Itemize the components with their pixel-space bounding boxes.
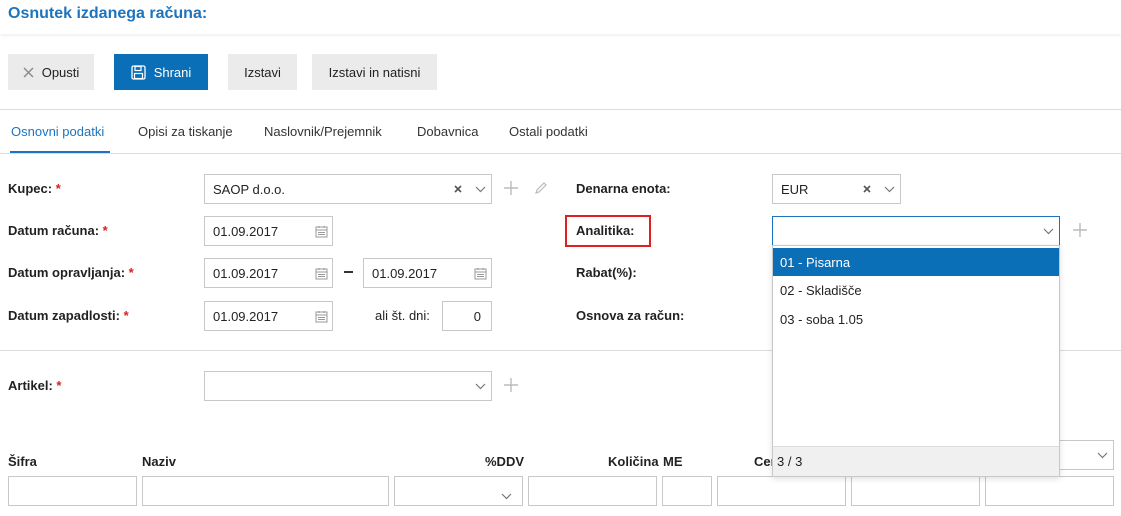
chevron-down-icon[interactable] — [1037, 228, 1059, 235]
close-icon — [23, 67, 34, 78]
me-input[interactable] — [662, 476, 712, 506]
denarna-enota-value: EUR — [781, 181, 809, 197]
issue-and-print-button-label: Izstavi in natisni — [328, 64, 421, 80]
save-button[interactable]: Shrani — [114, 54, 208, 90]
edit-kupec-icon[interactable] — [533, 180, 549, 196]
rabat-label: Rabat(%): — [576, 265, 637, 280]
osnova-label: Osnova za račun: — [576, 308, 685, 323]
save-button-label: Shrani — [153, 64, 192, 80]
tab-opisi-za-tiskanje[interactable]: Opisi za tiskanje — [138, 124, 233, 139]
datum-opravljanja-to-value: 01.09.2017 — [372, 265, 438, 281]
denarna-enota-select[interactable]: EUR — [772, 174, 901, 204]
col-header-kolicina: Količina — [608, 454, 659, 469]
add-analitika-icon[interactable] — [1072, 222, 1088, 238]
analitika-option[interactable]: 01 - Pisarna — [773, 248, 1059, 276]
kupec-value: SAOP d.o.o. — [213, 181, 286, 197]
date-range-dash — [344, 271, 353, 273]
divider — [0, 109, 1121, 110]
calendar-icon[interactable] — [310, 310, 332, 323]
clear-icon[interactable] — [447, 185, 469, 193]
artikel-label: Artikel: * — [8, 378, 62, 393]
cancel-button[interactable]: Opusti — [8, 54, 94, 90]
days-value: 0 — [473, 308, 481, 324]
page-title: Osnutek izdanega računa: — [8, 5, 208, 22]
datum-opravljanja-to-input[interactable]: 01.09.2017 — [363, 258, 492, 288]
ddv-select[interactable] — [394, 476, 523, 506]
tab-osnovni-podatki[interactable]: Osnovni podatki — [11, 124, 104, 139]
datum-racuna-label: Datum računa: * — [8, 223, 108, 238]
calendar-icon[interactable] — [310, 267, 332, 280]
table-extra-select[interactable] — [1058, 440, 1114, 470]
datum-zapadlosti-value: 01.09.2017 — [213, 308, 279, 324]
tab-dobavnica[interactable]: Dobavnica — [417, 124, 478, 139]
chevron-down-icon[interactable] — [1091, 452, 1113, 459]
col-header-ddv: %DDV — [485, 454, 525, 469]
naziv-input[interactable] — [142, 476, 389, 506]
table-input-8[interactable] — [985, 476, 1114, 506]
kolicina-input[interactable] — [528, 476, 657, 506]
chevron-down-icon[interactable] — [469, 383, 491, 390]
datum-zapadlosti-input[interactable]: 01.09.2017 — [204, 301, 333, 331]
cancel-button-label: Opusti — [41, 64, 80, 80]
title-bar: Osnutek izdanega računa: — [0, 0, 1121, 34]
dropdown-count: 3 / 3 — [773, 446, 1059, 476]
col-header-sifra: Šifra — [8, 454, 37, 469]
issue-and-print-button[interactable]: Izstavi in natisni — [312, 54, 437, 90]
days-input[interactable]: 0 — [442, 301, 492, 331]
datum-opravljanja-label: Datum opravljanja: * — [8, 265, 134, 280]
tab-naslovnik-prejemnik[interactable]: Naslovnik/Prejemnik — [264, 124, 382, 139]
kupec-label: Kupec: * — [8, 181, 61, 196]
analitika-dropdown[interactable]: 01 - Pisarna 02 - Skladišče 03 - soba 1.… — [772, 245, 1060, 477]
chevron-down-icon[interactable] — [501, 488, 512, 503]
datum-opravljanja-from-input[interactable]: 01.09.2017 — [204, 258, 333, 288]
artikel-select[interactable] — [204, 371, 492, 401]
datum-racuna-value: 01.09.2017 — [213, 223, 279, 239]
add-artikel-icon[interactable] — [503, 377, 519, 393]
days-label: ali št. dni: — [375, 308, 430, 323]
save-icon — [131, 64, 146, 80]
datum-opravljanja-from-value: 01.09.2017 — [213, 265, 279, 281]
datum-racuna-input[interactable]: 01.09.2017 — [204, 216, 333, 246]
col-header-me: ME — [663, 454, 683, 469]
analitika-highlight — [565, 215, 651, 247]
col-header-naziv: Naziv — [142, 454, 176, 469]
chevron-down-icon[interactable] — [878, 186, 900, 193]
datum-zapadlosti-label: Datum zapadlosti: * — [8, 308, 129, 323]
chevron-down-icon[interactable] — [469, 186, 491, 193]
table-input-7[interactable] — [851, 476, 980, 506]
kupec-select[interactable]: SAOP d.o.o. — [204, 174, 492, 204]
issue-button-label: Izstavi — [244, 64, 281, 80]
calendar-icon[interactable] — [310, 225, 332, 238]
tabs-divider — [0, 153, 1121, 154]
tab-ostali-podatki[interactable]: Ostali podatki — [509, 124, 588, 139]
calendar-icon[interactable] — [469, 267, 491, 280]
add-kupec-icon[interactable] — [503, 180, 519, 196]
issue-button[interactable]: Izstavi — [228, 54, 297, 90]
analitika-option[interactable]: 02 - Skladišče — [773, 276, 1059, 304]
analitika-select[interactable] — [772, 216, 1060, 246]
cena-input[interactable] — [717, 476, 846, 506]
clear-icon[interactable] — [856, 185, 878, 193]
analitika-option[interactable]: 03 - soba 1.05 — [773, 305, 1059, 333]
denarna-enota-label: Denarna enota: — [576, 181, 671, 196]
sifra-input[interactable] — [8, 476, 137, 506]
